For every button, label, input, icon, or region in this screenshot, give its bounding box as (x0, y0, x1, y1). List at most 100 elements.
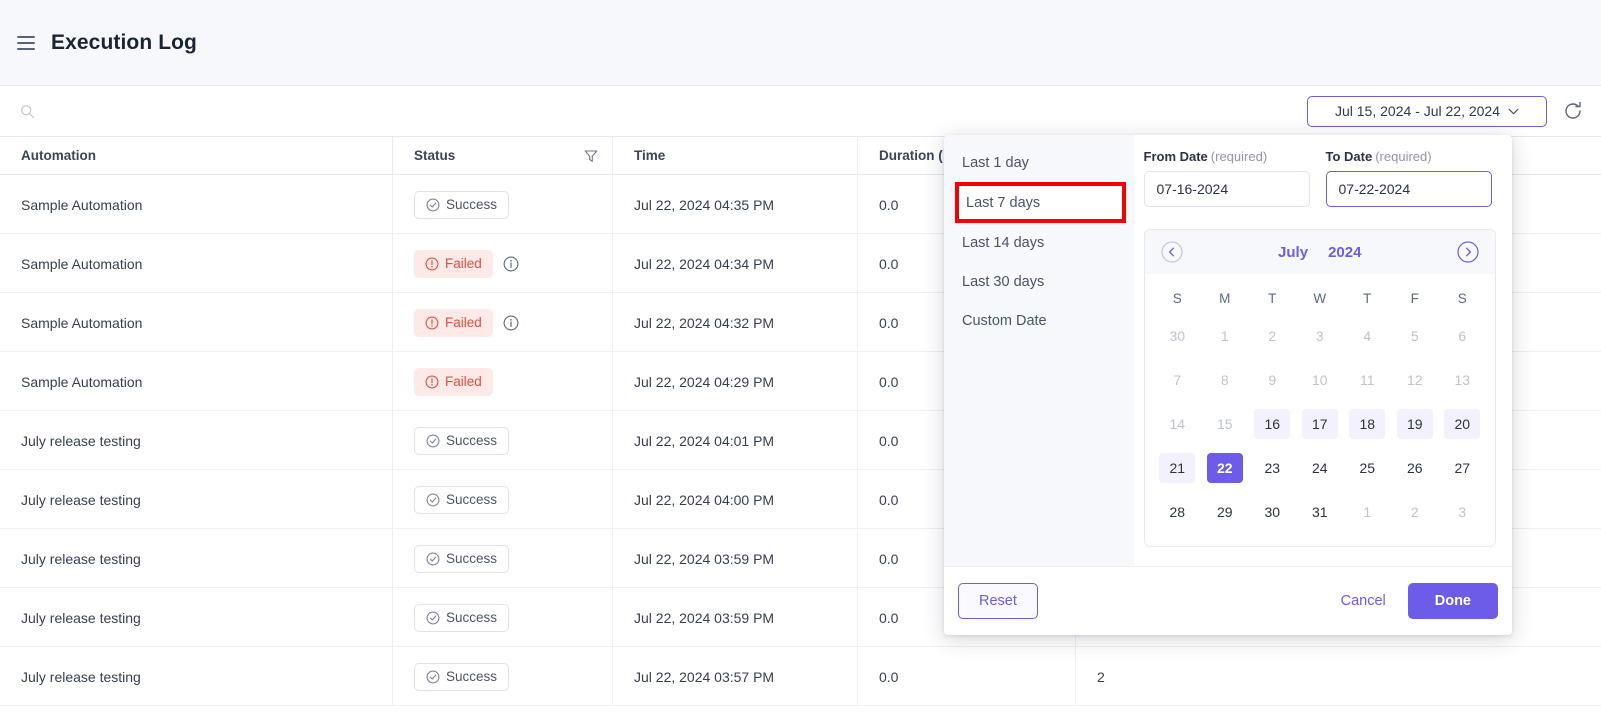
from-date-field: From Date (required) (1143, 149, 1310, 207)
status-badge[interactable]: Failed (414, 308, 493, 337)
filter-icon[interactable] (584, 149, 598, 163)
calendar-cell: 11 (1344, 358, 1392, 402)
column-header-status[interactable]: Status (393, 136, 613, 175)
cell-status: Failed (393, 352, 613, 411)
calendar-day-31[interactable]: 31 (1302, 497, 1338, 527)
calendar-day-2[interactable]: 2 (1254, 321, 1290, 351)
cancel-button[interactable]: Cancel (1341, 593, 1386, 609)
calendar: July 2024 S M T W T F S 30 1 2 3 4 5 6 7 8 9 10 11 12 13 14 15… (1143, 229, 1496, 547)
to-date-required: (required) (1375, 149, 1432, 164)
calendar-day-30[interactable]: 30 (1254, 497, 1290, 527)
calendar-day-10[interactable]: 10 (1302, 365, 1338, 395)
calendar-day-24[interactable]: 24 (1302, 453, 1338, 483)
calendar-day-12[interactable]: 12 (1397, 365, 1433, 395)
info-icon[interactable] (503, 256, 519, 272)
refresh-button[interactable] (1561, 99, 1585, 123)
date-range-picker-popover: Last 1 day Last 7 days Last 14 days Last 30… (944, 135, 1512, 635)
calendar-day-21[interactable]: 21 (1159, 453, 1196, 483)
status-badge[interactable]: Failed (414, 249, 493, 278)
status-badge[interactable]: Success (414, 190, 510, 219)
preset-item-last-7-days[interactable]: Last 7 days (955, 182, 1126, 223)
calendar-day-19[interactable]: 19 (1396, 409, 1433, 439)
chevron-right-circle-icon[interactable] (1457, 241, 1479, 263)
table-row[interactable]: July release testing Success Jul 22, 2024 … (0, 647, 1601, 706)
cell-status: Success (393, 411, 613, 470)
calendar-day-18[interactable]: 18 (1349, 409, 1386, 439)
preset-item-last-14-days[interactable]: Last 14 days (944, 223, 1134, 262)
calendar-day-26[interactable]: 26 (1397, 453, 1433, 483)
calendar-day-6[interactable]: 6 (1444, 321, 1480, 351)
calendar-day-1[interactable]: 1 (1207, 321, 1243, 351)
calendar-day-25[interactable]: 25 (1349, 453, 1385, 483)
cell-automation: July release testing (0, 411, 393, 470)
calendar-day-1[interactable]: 1 (1349, 497, 1385, 527)
refresh-icon (1565, 101, 1581, 119)
calendar-cell: 9 (1249, 358, 1297, 402)
calendar-day-29[interactable]: 29 (1207, 497, 1243, 527)
cell-status: Success (393, 529, 613, 588)
calendar-day-13[interactable]: 13 (1444, 365, 1480, 395)
status-badge[interactable]: Success (414, 426, 510, 455)
calendar-day-15[interactable]: 15 (1207, 409, 1243, 439)
calendar-day-20[interactable]: 20 (1444, 409, 1481, 439)
calendar-month[interactable]: July (1278, 244, 1308, 261)
calendar-day-11[interactable]: 11 (1349, 365, 1385, 395)
calendar-day-4[interactable]: 4 (1349, 321, 1385, 351)
calendar-day-23[interactable]: 23 (1254, 453, 1290, 483)
calendar-cell: 2 (1249, 314, 1297, 358)
preset-item-custom-date[interactable]: Custom Date (944, 301, 1134, 340)
date-range-button[interactable]: Jul 15, 2024 - Jul 22, 2024 (1307, 95, 1547, 127)
calendar-day-8[interactable]: 8 (1207, 365, 1243, 395)
status-badge[interactable]: Success (414, 603, 510, 632)
done-button[interactable]: Done (1407, 583, 1498, 619)
check-circle-icon (426, 198, 440, 211)
calendar-day-9[interactable]: 9 (1254, 365, 1290, 395)
status-badge[interactable]: Success (414, 485, 510, 514)
to-date-input[interactable] (1325, 171, 1492, 207)
calendar-dow-5: F (1410, 290, 1419, 306)
calendar-cell: 30 (1249, 490, 1297, 534)
calendar-cell: 20 (1439, 402, 1487, 446)
status-badge[interactable]: Success (414, 544, 510, 573)
chevron-down-icon (1508, 108, 1519, 114)
calendar-cell: 12 (1391, 358, 1439, 402)
cell-extra: 2 (1097, 668, 1105, 685)
status-badge[interactable]: Failed (414, 367, 493, 396)
calendar-cell: 15 (1201, 402, 1249, 446)
calendar-day-3[interactable]: 3 (1302, 321, 1338, 351)
calendar-cell: 22 (1201, 446, 1249, 490)
calendar-day-7[interactable]: 7 (1159, 365, 1195, 395)
column-header-time[interactable]: Time (613, 136, 858, 175)
status-badge-label: Failed (445, 373, 482, 389)
calendar-day-27[interactable]: 27 (1444, 453, 1480, 483)
cell-time: Jul 22, 2024 03:57 PM (613, 647, 858, 706)
chevron-left-circle-icon[interactable] (1160, 241, 1183, 263)
preset-item-last-30-days[interactable]: Last 30 days (944, 262, 1134, 301)
calendar-day-17[interactable]: 17 (1301, 409, 1338, 439)
info-icon[interactable] (503, 315, 519, 331)
cell-time: Jul 22, 2024 04:29 PM (613, 352, 858, 411)
status-badge-label: Failed (445, 255, 482, 271)
calendar-day-5[interactable]: 5 (1397, 321, 1433, 351)
cell-time: Jul 22, 2024 04:01 PM (613, 411, 858, 470)
hamburger-icon[interactable] (17, 35, 35, 50)
cell-automation: Sample Automation (0, 293, 393, 352)
preset-item-last-1-day[interactable]: Last 1 day (944, 143, 1134, 182)
calendar-year[interactable]: 2024 (1328, 244, 1361, 261)
column-header-automation[interactable]: Automation (0, 136, 393, 175)
status-badge-label: Success (446, 609, 498, 625)
status-badge[interactable]: Success (414, 662, 510, 691)
calendar-day-16[interactable]: 16 (1254, 409, 1291, 439)
calendar-cell: 3 (1439, 490, 1487, 534)
calendar-day-28[interactable]: 28 (1159, 497, 1195, 527)
calendar-day-14[interactable]: 14 (1159, 409, 1195, 439)
calendar-day-2[interactable]: 2 (1397, 497, 1433, 527)
calendar-day-3[interactable]: 3 (1444, 497, 1480, 527)
reset-button[interactable]: Reset (958, 583, 1038, 619)
from-date-input[interactable] (1143, 171, 1310, 207)
calendar-day-22[interactable]: 22 (1206, 453, 1243, 483)
calendar-day-30[interactable]: 30 (1159, 321, 1195, 351)
calendar-cell: 6 (1439, 314, 1487, 358)
status-badge-label: Success (446, 550, 498, 566)
search-input[interactable] (45, 103, 285, 119)
